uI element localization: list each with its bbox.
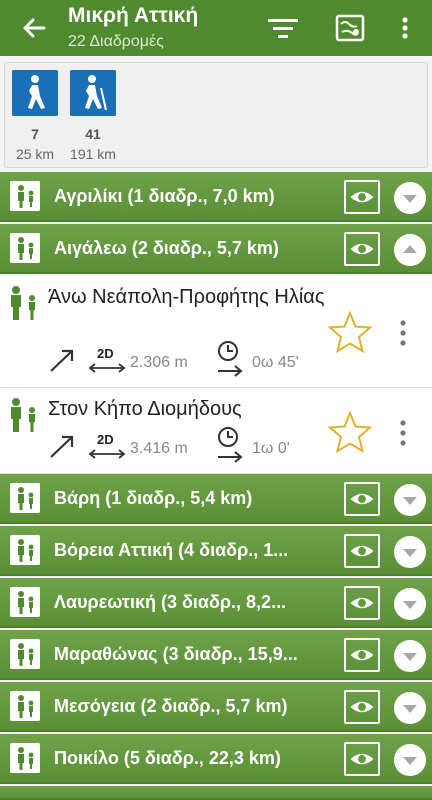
- group-label: Βάρη (1 διαδρ., 5,4 km): [54, 488, 253, 508]
- app-bar: Μικρή Αττική 22 Διαδρομές: [0, 0, 432, 56]
- group-row[interactable]: Λαυρεωτική (3 διαδρ., 8,2...: [0, 578, 432, 628]
- chevron-down-icon[interactable]: [394, 182, 426, 214]
- family-icon: [11, 398, 35, 432]
- ascent-arrow-icon: [50, 435, 74, 458]
- eye-icon[interactable]: [344, 482, 380, 516]
- summary-panel: 7 25 km 41 191 km: [0, 56, 432, 172]
- group-label: Βόρεια Αττική (4 διαδρ., 1...: [54, 540, 289, 560]
- group-label: Αγριλίκι (1 διαδρ., 7,0 km): [54, 186, 275, 206]
- activity-hiking-poles[interactable]: 41 191 km: [63, 63, 123, 162]
- route-duration: 0ω 45': [252, 354, 299, 371]
- family-icon: [10, 587, 40, 617]
- overflow-menu-icon[interactable]: [392, 12, 418, 44]
- family-icon: [10, 233, 40, 263]
- eye-icon[interactable]: [344, 690, 380, 724]
- distance-2d-indicator: 2D: [88, 432, 126, 460]
- chevron-up-icon[interactable]: [394, 234, 426, 266]
- activity-hiking[interactable]: 7 25 km: [5, 63, 65, 162]
- activity-count: 7: [31, 126, 39, 142]
- family-icon: [10, 691, 40, 721]
- chevron-down-icon[interactable]: [394, 536, 426, 568]
- family-icon: [10, 639, 40, 669]
- eye-icon[interactable]: [344, 232, 380, 266]
- page-title: Μικρή Αττική: [68, 4, 199, 27]
- group-row[interactable]: Μεσόγεια (2 διαδρ., 5,7 km): [0, 682, 432, 732]
- distance-2d-indicator: 2D: [88, 346, 126, 374]
- map-icon[interactable]: [334, 12, 366, 44]
- group-row[interactable]: Ποικίλο (5 διαδρ., 22,3 km): [0, 734, 432, 784]
- group-label: Μεσόγεια (2 διαδρ., 5,7 km): [54, 696, 288, 716]
- duration-clock-icon: [218, 427, 243, 463]
- activity-distance: 191 km: [70, 146, 116, 162]
- group-row-partial[interactable]: [0, 786, 432, 800]
- chevron-down-icon[interactable]: [394, 640, 426, 672]
- star-icon[interactable]: [328, 410, 372, 454]
- eye-icon[interactable]: [344, 638, 380, 672]
- ascent-arrow-icon: [50, 349, 74, 372]
- group-label: Ποικίλο (5 διαδρ., 22,3 km): [54, 748, 281, 768]
- duration-clock-icon: [218, 341, 243, 377]
- chevron-down-icon[interactable]: [394, 484, 426, 516]
- group-label: Αιγάλεω (2 διαδρ., 5,7 km): [54, 238, 279, 258]
- group-row[interactable]: Αιγάλεω (2 διαδρ., 5,7 km): [0, 224, 432, 274]
- page-subtitle: 22 Διαδρομές: [68, 33, 164, 50]
- route-duration: 1ω 0': [252, 440, 290, 457]
- route-row[interactable]: Στον Κήπο Διομήδους 2D 3.416 m 1ω 0': [0, 388, 432, 474]
- route-row[interactable]: Άνω Νεάπολη-Προφήτης Ηλίας 2D 2.306 m 0ω…: [0, 276, 432, 388]
- eye-icon[interactable]: [344, 586, 380, 620]
- hiking-icon: [12, 70, 58, 116]
- activity-distance: 25 km: [15, 146, 55, 162]
- dimension-label: 2D: [97, 432, 114, 447]
- route-name: Στον Κήπο Διομήδους: [48, 398, 242, 420]
- group-row[interactable]: Μαραθώνας (3 διαδρ., 15,9...: [0, 630, 432, 680]
- double-arrow-icon: [88, 449, 126, 459]
- group-label: Λαυρεωτική (3 διαδρ., 8,2...: [54, 592, 287, 612]
- filter-icon[interactable]: [266, 12, 300, 44]
- family-icon: [10, 743, 40, 773]
- activity-count: 41: [85, 126, 101, 142]
- overflow-menu-icon[interactable]: [396, 418, 410, 448]
- chevron-down-icon[interactable]: [394, 692, 426, 724]
- route-name: Άνω Νεάπολη-Προφήτης Ηλίας: [48, 286, 325, 308]
- group-label: Μαραθώνας (3 διαδρ., 15,9...: [54, 644, 298, 664]
- group-row[interactable]: Αγριλίκι (1 διαδρ., 7,0 km): [0, 172, 432, 222]
- eye-icon[interactable]: [344, 180, 380, 214]
- overflow-menu-icon[interactable]: [396, 318, 410, 348]
- family-icon: [10, 483, 40, 513]
- family-icon: [11, 286, 35, 320]
- eye-icon[interactable]: [344, 534, 380, 568]
- route-distance: 3.416 m: [130, 440, 188, 457]
- dimension-label: 2D: [97, 346, 114, 361]
- group-row[interactable]: Βάρη (1 διαδρ., 5,4 km): [0, 474, 432, 524]
- family-icon: [10, 181, 40, 211]
- chevron-down-icon[interactable]: [394, 744, 426, 776]
- family-icon: [10, 535, 40, 565]
- group-row[interactable]: Βόρεια Αττική (4 διαδρ., 1...: [0, 526, 432, 576]
- route-distance: 2.306 m: [130, 354, 188, 371]
- chevron-down-icon[interactable]: [394, 588, 426, 620]
- eye-icon[interactable]: [344, 742, 380, 776]
- hiking-poles-icon: [70, 70, 116, 116]
- back-arrow-icon[interactable]: [18, 12, 50, 44]
- activity-summary-card: 7 25 km 41 191 km: [4, 62, 428, 168]
- star-icon[interactable]: [328, 310, 372, 354]
- double-arrow-icon: [88, 363, 126, 373]
